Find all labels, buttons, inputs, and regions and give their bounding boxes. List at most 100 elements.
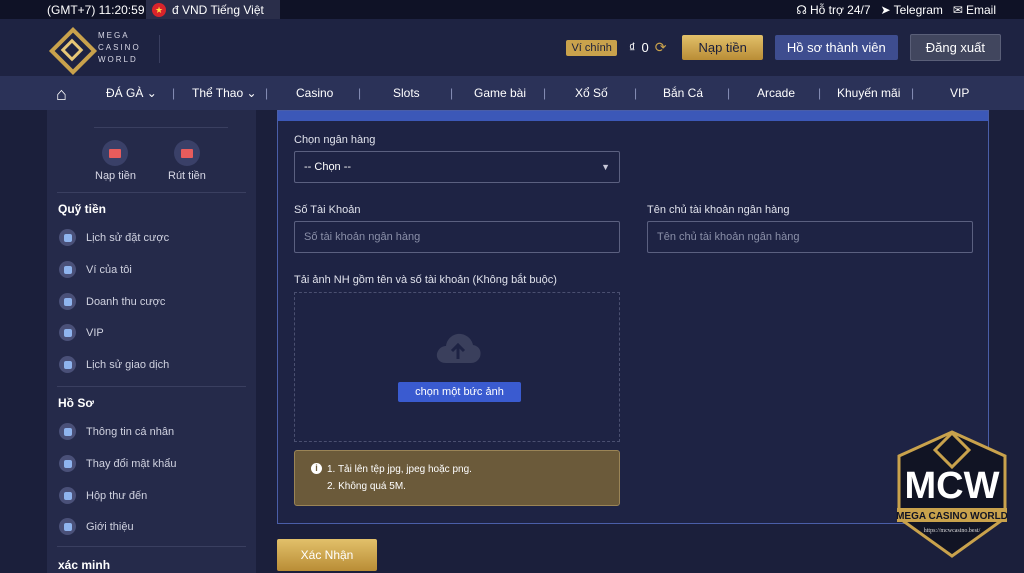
transaction-icon [59,356,76,373]
sidebar-item-label: Giới thiệu [86,520,134,533]
bank-label: Chọn ngân hàng [294,134,376,146]
refresh-icon[interactable]: ⟳ [655,39,667,56]
sidebar-item-label: Doanh thu cược [86,295,166,308]
info-icon: i [311,463,322,474]
sidebar-item-label: Thay đổi mật khẩu [86,457,177,470]
sidebar-item-label: Ví của tôi [86,263,132,276]
sidebar-item-change-password[interactable]: Thay đổi mật khẩu [59,455,177,472]
headset-icon: ☊ [796,2,807,17]
confirm-button[interactable]: Xác Nhận [277,539,377,571]
quick-withdraw[interactable]: Rút tiền [168,140,206,182]
account-number-input[interactable]: Số tài khoản ngân hàng [294,221,620,253]
nav-item-ban-ca[interactable]: Bắn Cá [663,86,703,100]
watermark-url: https://mcwcasino.best/ [924,528,981,534]
upload-notice: i 1. Tải lên tệp jpg, jpeg hoặc png. 2. … [294,450,620,506]
sidebar-item-label: Lịch sử giao dịch [86,358,170,371]
divider [57,546,246,547]
main-nav: ⌂ ĐÁ GÀ ⌄ | Thể Thao ⌄ | Casino | Slots … [0,76,1024,110]
sidebar-item-referral[interactable]: Giới thiệu [59,518,134,535]
deposit-button[interactable]: Nạp tiền [682,35,763,60]
sidebar-item-inbox[interactable]: Hộp thư đến [59,487,147,504]
mail-icon: ✉ [952,2,963,17]
chevron-down-icon: ⌄ [146,86,157,100]
account-holder-input[interactable]: Tên chủ tài khoản ngân hàng [647,221,973,253]
quick-deposit[interactable]: Nạp tiền [95,140,136,182]
telegram-label: Telegram [893,2,943,17]
logo-line-3: WORLD [98,55,138,64]
notice-line-2: 2. Không quá 5M. [327,481,406,492]
balance-value: 0 [641,40,649,55]
user-icon [59,423,76,440]
sidebar-item-transaction-history[interactable]: Lịch sử giao dịch [59,356,169,373]
panel-header-bar [278,111,988,121]
divider [57,192,246,193]
add-bank-panel: Chọn ngân hàng -- Chọn -- ▼ Số Tài Khoản… [277,110,989,524]
logo-text: MEGA CASINO WORLD [98,30,141,66]
sidebar-item-vip[interactable]: VIP [59,324,104,341]
wallet-icon [59,261,76,278]
header: MEGA CASINO WORLD Ví chính ₫ 0 ⟳ Nạp tiề… [0,19,1024,76]
nav-divider: | [172,86,176,100]
home-icon[interactable]: ⌂ [56,84,67,105]
telegram-link[interactable]: ➤ Telegram [881,3,943,17]
inbox-icon [59,487,76,504]
watermark-big-text: MCW [905,465,1000,507]
quick-withdraw-label: Rút tiền [168,170,206,182]
nav-divider: | [358,86,362,100]
telegram-icon: ➤ [880,2,891,17]
nav-item-xo-so[interactable]: Xổ Số [575,86,608,100]
account-sidebar: Nạp tiền Rút tiền Quỹ tiền Lịch sử đặt c… [47,110,256,573]
nav-divider: | [634,86,638,100]
account-holder-label: Tên chủ tài khoản ngân hàng [647,204,790,216]
bank-select[interactable]: -- Chọn -- ▼ [294,151,620,183]
nav-item-game-bai[interactable]: Game bài [474,86,526,100]
nav-divider: | [450,86,454,100]
account-number-label: Số Tài Khoản [294,204,361,216]
sidebar-item-bet-history[interactable]: Lịch sử đặt cược [59,229,169,246]
section-profile: Hồ Sơ [58,396,94,410]
history-icon [59,229,76,246]
clock: (GMT+7) 11:20:59 [47,2,145,17]
support-label: Hỗ trợ 24/7 [809,2,871,17]
divider [94,127,228,128]
profile-button[interactable]: Hồ sơ thành viên [774,35,898,60]
nav-item-arcade[interactable]: Arcade [757,86,795,100]
nav-divider: | [911,86,915,100]
nav-divider: | [818,86,822,100]
nav-item-slots[interactable]: Slots [393,86,420,100]
logo-line-1: MEGA [98,31,130,40]
sidebar-item-personal-info[interactable]: Thông tin cá nhân [59,423,174,440]
withdraw-icon [173,140,200,166]
cloud-upload-icon [436,333,481,363]
divider [57,386,246,387]
logout-button[interactable]: Đăng xuất [909,34,1001,61]
referral-icon [59,518,76,535]
wallet-tag[interactable]: Ví chính [566,39,617,56]
logo-divider [159,35,160,63]
logo-mark-icon [50,28,90,68]
nav-item-the-thao[interactable]: Thể Thao ⌄ [192,86,257,100]
nav-label: Thể Thao [192,86,244,100]
choose-image-button[interactable]: chọn một bức ảnh [398,382,521,402]
sidebar-item-turnover[interactable]: Doanh thu cược [59,293,165,310]
nav-item-promotions[interactable]: Khuyến mãi [837,86,900,100]
turnover-icon [59,293,76,310]
top-bar: (GMT+7) 11:20:59 ★ đ VND Tiếng Việt ☊ Hỗ … [0,0,1024,19]
notice-line-1: 1. Tải lên tệp jpg, jpeg hoặc png. [327,464,472,475]
nav-divider: | [727,86,731,100]
nav-item-casino[interactable]: Casino [296,86,333,100]
support-link[interactable]: ☊ Hỗ trợ 24/7 [796,3,870,17]
upload-dropzone[interactable]: chọn một bức ảnh [294,292,620,442]
nav-item-da-ga[interactable]: ĐÁ GÀ ⌄ [106,86,157,100]
language-label: đ VND Tiếng Việt [172,2,264,17]
watermark-sub-text: MEGA CASINO WORLD [896,511,1008,522]
nav-item-vip[interactable]: VIP [950,86,969,100]
quick-deposit-label: Nạp tiền [95,170,136,182]
sidebar-item-my-wallet[interactable]: Ví của tôi [59,261,132,278]
email-link[interactable]: ✉ Email [953,3,996,17]
language-selector[interactable]: ★ đ VND Tiếng Việt [146,0,280,19]
sidebar-item-label: Lịch sử đặt cược [86,231,170,244]
site-logo[interactable]: MEGA CASINO WORLD [50,28,141,68]
email-label: Email [965,2,996,17]
crown-icon [59,324,76,341]
